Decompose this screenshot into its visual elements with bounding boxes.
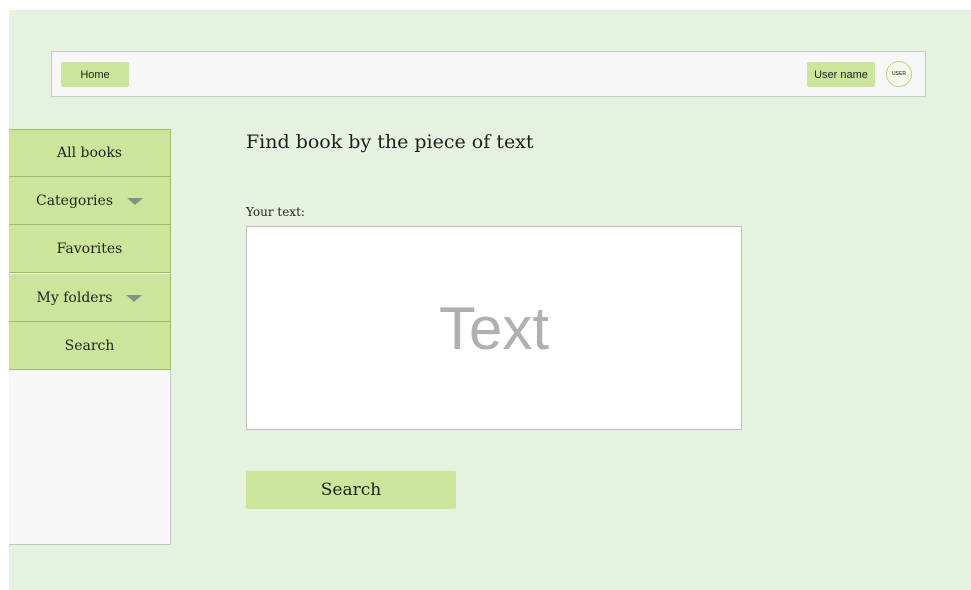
sidebar-item-favorites[interactable]: Favorites (9, 225, 171, 273)
sidebar-item-label: Search (64, 337, 115, 354)
search-text-input[interactable]: Text (246, 226, 742, 430)
home-button[interactable]: Home (61, 62, 129, 87)
sidebar-item-label: All books (56, 145, 122, 161)
chevron-down-icon (127, 198, 143, 205)
sidebar-item-label: Categories (36, 192, 113, 209)
text-field-label: Your text: (246, 205, 305, 219)
sidebar-item-label: Favorites (56, 240, 123, 257)
chevron-down-icon (126, 295, 143, 302)
top-navigation-bar (51, 51, 926, 97)
user-name-button[interactable]: User name (807, 62, 875, 87)
page-title: Find book by the piece of text (246, 131, 534, 153)
sidebar-item-search[interactable]: Search (9, 322, 171, 370)
sidebar-item-all-books[interactable]: All books (9, 129, 171, 177)
sidebar-item-my-folders[interactable]: My folders (9, 274, 171, 322)
sidebar-item-categories[interactable]: Categories (9, 177, 171, 225)
user-avatar[interactable]: USER (886, 61, 912, 87)
sidebar-item-label: My folders (36, 289, 113, 306)
search-button[interactable]: Search (246, 471, 456, 509)
